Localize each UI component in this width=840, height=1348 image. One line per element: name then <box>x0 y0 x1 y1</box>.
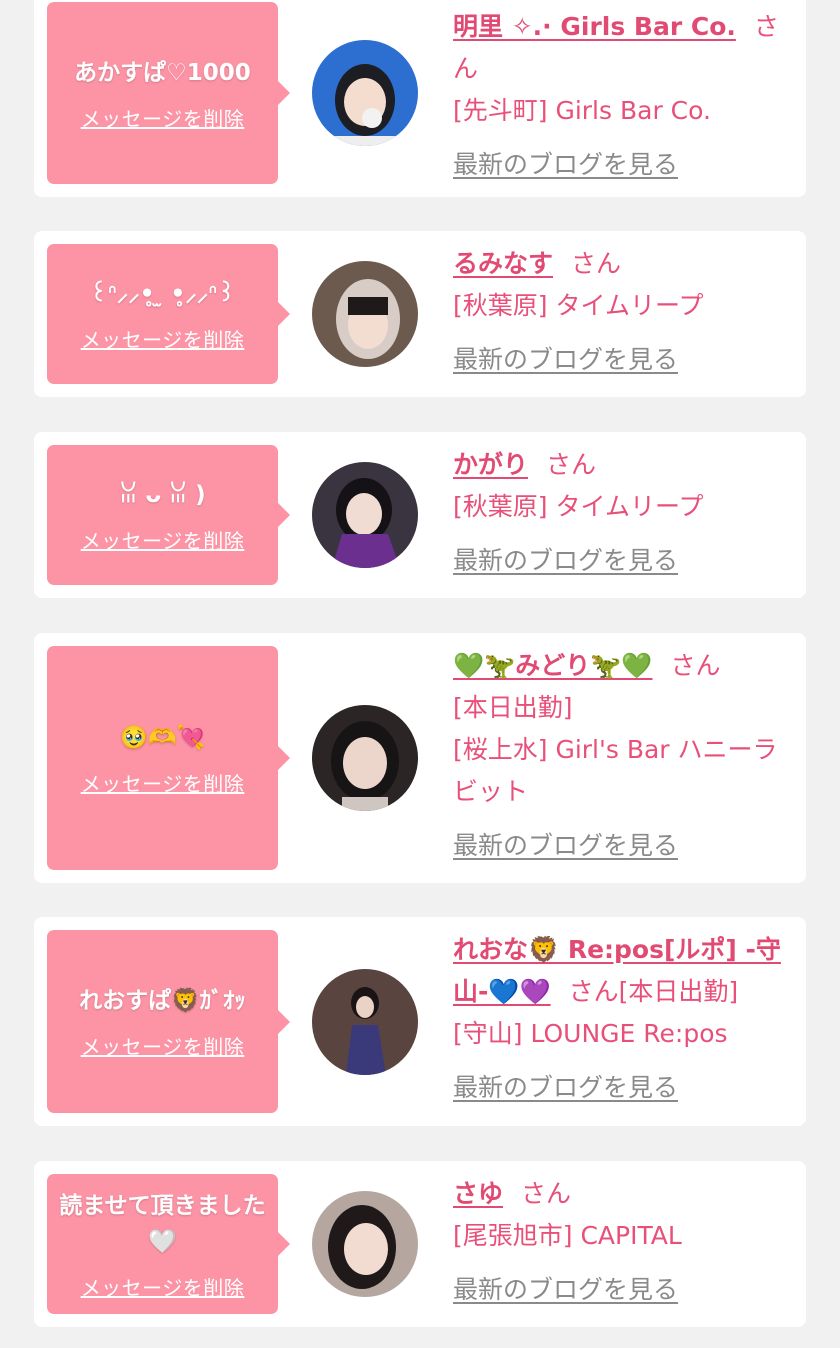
status-line: [本日出勤] <box>453 693 573 722</box>
delete-message-link[interactable]: メッセージを削除 <box>81 103 245 132</box>
cast-name-link[interactable]: 明里 ✧.· Girls Bar Co. <box>453 12 736 41</box>
cast-info: かがり さん [秋葉原] タイムリープ 最新のブログを見る <box>453 444 795 582</box>
message-text: あかすぱ♡1000 <box>74 59 251 86</box>
message-bubble: 読ませて頂きました🤍 メッセージを削除 <box>47 1174 290 1314</box>
shop-line: [秋葉原] タイムリープ <box>453 291 704 320</box>
message-text: 読ませて頂きました🤍 <box>59 1192 266 1255</box>
message-card: れおすぱ🦁ｶﾞｵｯ メッセージを削除 れおな🦁 Re:pos[ルポ] -守山-💙… <box>34 917 806 1126</box>
message-text: ꒰ᐢ⸝⸝•̥ ̫ •̥⸝⸝ᐢ꒱ <box>89 280 236 307</box>
shop-line: [尾張旭市] CAPITAL <box>453 1221 682 1250</box>
message-card: ꒰ᐢ⸝⸝•̥ ̫ •̥⸝⸝ᐢ꒱ メッセージを削除 るみなす さん [秋葉原] タイ… <box>34 231 806 397</box>
avatar[interactable] <box>312 969 418 1075</box>
message-text: ꈍ ᴗ ꈍ ) <box>119 481 206 508</box>
message-bubble: ꈍ ᴗ ꈍ ) メッセージを削除 <box>47 445 290 585</box>
avatar[interactable] <box>312 462 418 568</box>
message-card: ꈍ ᴗ ꈍ ) メッセージを削除 かがり さん [秋葉原] タイムリープ 最新のブ… <box>34 432 806 598</box>
message-card: 読ませて頂きました🤍 メッセージを削除 さゆ さん [尾張旭市] CAPITAL … <box>34 1161 806 1327</box>
delete-message-link[interactable]: メッセージを削除 <box>81 525 245 554</box>
message-card: 🥹🫶💘 メッセージを削除 💚🦖みどり🦖💚 さん [本日出勤] [桜上水] Girl… <box>34 633 806 883</box>
avatar[interactable] <box>312 705 418 811</box>
message-bubble: れおすぱ🦁ｶﾞｵｯ メッセージを削除 <box>47 930 290 1113</box>
cast-info: 明里 ✧.· Girls Bar Co. さん [先斗町] Girls Bar C… <box>453 6 795 186</box>
cast-info: れおな🦁 Re:pos[ルポ] -守山-💙💜 さん[本日出勤] [守山] LOUN… <box>453 929 795 1109</box>
shop-line: [先斗町] Girls Bar Co. <box>453 96 711 125</box>
latest-blog-link[interactable]: 最新のブログを見る <box>453 144 795 186</box>
latest-blog-link[interactable]: 最新のブログを見る <box>453 1269 795 1311</box>
honorific: さん <box>571 249 622 278</box>
cast-info: るみなす さん [秋葉原] タイムリープ 最新のブログを見る <box>453 243 795 381</box>
cast-name-link[interactable]: かがり <box>453 450 528 479</box>
status-badge: [本日出勤] <box>618 977 739 1006</box>
latest-blog-link[interactable]: 最新のブログを見る <box>453 1067 795 1109</box>
shop-line: [秋葉原] タイムリープ <box>453 492 704 521</box>
message-card: あかすぱ♡1000 メッセージを削除 明里 ✧.· Girls Bar Co. さ… <box>34 0 806 197</box>
honorific: さん <box>546 450 597 479</box>
delete-message-link[interactable]: メッセージを削除 <box>81 1272 245 1301</box>
avatar[interactable] <box>312 1191 418 1297</box>
cast-info: さゆ さん [尾張旭市] CAPITAL 最新のブログを見る <box>453 1173 795 1311</box>
latest-blog-link[interactable]: 最新のブログを見る <box>453 339 795 381</box>
cast-name-link[interactable]: さゆ <box>453 1179 503 1208</box>
cast-name-link[interactable]: るみなす <box>453 249 553 278</box>
honorific: さん <box>568 977 619 1006</box>
message-bubble: ꒰ᐢ⸝⸝•̥ ̫ •̥⸝⸝ᐢ꒱ メッセージを削除 <box>47 244 290 384</box>
cast-info: 💚🦖みどり🦖💚 さん [本日出勤] [桜上水] Girl's Bar ハニーラビッ… <box>453 645 795 867</box>
honorific: さん <box>521 1179 572 1208</box>
avatar[interactable] <box>312 40 418 146</box>
shop-line: [守山] LOUNGE Re:pos <box>453 1019 728 1048</box>
message-bubble: あかすぱ♡1000 メッセージを削除 <box>47 2 290 184</box>
shop-line: [桜上水] Girl's Bar ハニーラビット <box>453 735 778 806</box>
avatar[interactable] <box>312 261 418 367</box>
message-bubble: 🥹🫶💘 メッセージを削除 <box>47 646 290 870</box>
message-text: れおすぱ🦁ｶﾞｵｯ <box>79 988 246 1014</box>
delete-message-link[interactable]: メッセージを削除 <box>81 324 245 353</box>
message-text: 🥹🫶💘 <box>119 724 206 751</box>
latest-blog-link[interactable]: 最新のブログを見る <box>453 540 795 582</box>
latest-blog-link[interactable]: 最新のブログを見る <box>453 825 795 867</box>
delete-message-link[interactable]: メッセージを削除 <box>81 1031 245 1060</box>
delete-message-link[interactable]: メッセージを削除 <box>81 768 245 797</box>
honorific: さん <box>670 651 721 680</box>
cast-name-link[interactable]: 💚🦖みどり🦖💚 <box>453 651 653 680</box>
